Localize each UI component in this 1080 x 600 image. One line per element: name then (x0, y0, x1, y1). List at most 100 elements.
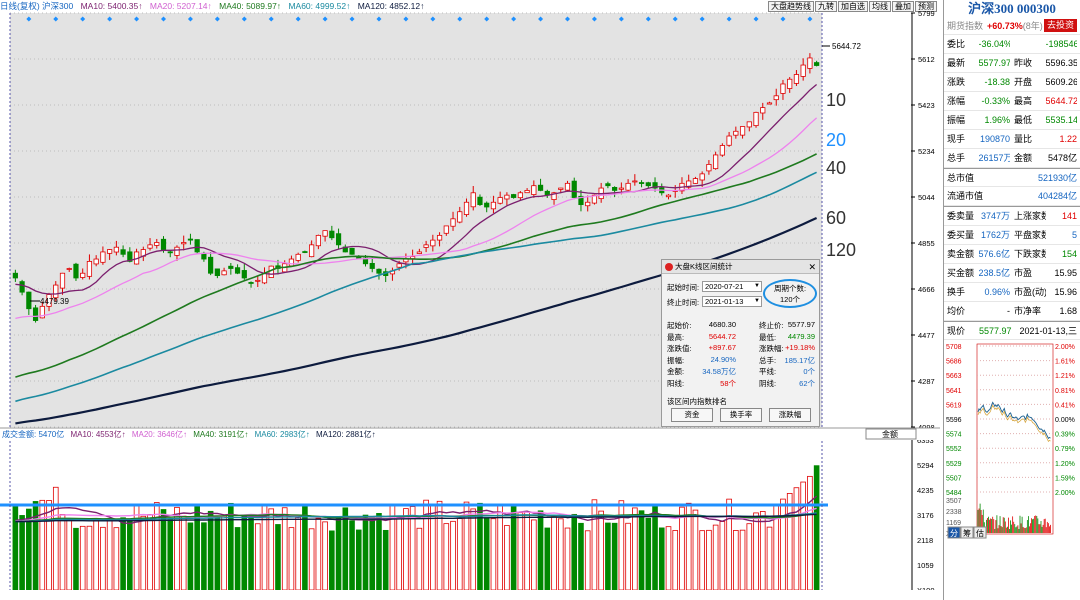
vol-legend-ma10: MA10: 4553亿↑ (70, 429, 125, 439)
quote-label: 现手 (947, 134, 966, 144)
price-tick-label: 5044 (918, 193, 935, 202)
candle-body (26, 291, 32, 310)
close-icon[interactable]: ✕ (808, 260, 816, 274)
candle-body (713, 154, 719, 170)
volume-bar (153, 502, 160, 591)
mini-right-label: 0.81% (1055, 388, 1075, 395)
candle-body (457, 211, 463, 223)
candle-body (187, 238, 194, 241)
intraday-chart[interactable]: 5708 5686 5663 5641 5619 5596 5574 5552 5529 5507… (944, 340, 1080, 540)
quote-value: 5644.72 (1045, 96, 1078, 106)
volume-bar (598, 510, 604, 591)
stat-cell: 62个 (799, 378, 815, 388)
price-tick-label: 4666 (918, 285, 935, 294)
start-date-select[interactable]: 2020-07-21 (702, 281, 762, 292)
mini-right-label: 1.20% (1055, 461, 1075, 468)
mini-left-label: 3507 (946, 498, 962, 505)
mini-right-label: 1.59% (1055, 475, 1075, 482)
volume-bar (611, 522, 618, 591)
volume-bar (497, 505, 503, 591)
quote-label: 昨收 (1014, 58, 1033, 68)
end-date-select[interactable]: 2021-01-13 (702, 296, 762, 307)
candle-body (511, 194, 517, 198)
stat-cell: 5644.72 (708, 331, 736, 341)
quote-value: -18.38 (984, 77, 1010, 87)
quote-row: 均价 - 市净率 1.68 (944, 302, 1080, 321)
volume-bar (524, 511, 530, 591)
volume-bar (800, 481, 806, 591)
mini-tabs: 分筹估 (947, 526, 987, 539)
dialog-titlebar[interactable]: 大盘K线区间统计 ✕ (662, 260, 819, 274)
volume-type-select-label: 金额 (882, 429, 898, 439)
price-tick-label: 5234 (918, 147, 935, 156)
quote-label: 换手 (947, 287, 966, 297)
stat-cell: 金额: (667, 367, 685, 376)
volume-bar (32, 501, 39, 591)
rank-capital-button[interactable]: 资金 (671, 408, 713, 422)
volume-bar (813, 465, 820, 591)
volume-bar (79, 525, 86, 591)
vol-legend-prefix: 成交金额: 5470亿 (2, 429, 64, 439)
volume-bar (551, 516, 557, 591)
candle-body (739, 126, 746, 136)
volume-bar (396, 516, 402, 591)
app-logo-icon (665, 263, 673, 271)
candle-body (80, 272, 86, 278)
quote-label: 最高 (1014, 96, 1033, 106)
vol-legend-ma40: MA40: 3191亿↑ (193, 429, 248, 439)
quote-label: 涨跌 (947, 77, 966, 87)
quote-row: 换手 0.96% 市盈(动) 15.96 (944, 283, 1080, 302)
quote-value: 5596.35 (1045, 58, 1078, 68)
volume-bar (786, 493, 793, 591)
interval-stats-dialog[interactable]: 大盘K线区间统计 ✕ 起始时间: 2020-07-21 终止时间: 2021-0… (661, 259, 820, 427)
candle-body (766, 102, 773, 105)
stat-cell: 涨跌值: (667, 344, 692, 353)
candle-body (699, 173, 705, 181)
candle-body (120, 249, 126, 255)
price-tick-label: 4287 (918, 377, 935, 386)
mini-left-label: 5708 (946, 344, 962, 351)
ma-label-40: 40 (826, 158, 846, 178)
quote-value: 154 (1061, 249, 1077, 259)
candle-body (612, 186, 618, 191)
price-tick-label: 5423 (918, 101, 935, 110)
volume-bar (470, 508, 477, 591)
invest-button[interactable]: 去投资 (1043, 19, 1077, 32)
candle-body (221, 270, 227, 276)
quote-value: 5577.97 (978, 58, 1011, 68)
quote-label: 振幅 (947, 115, 966, 125)
volume-bar (436, 500, 443, 591)
stat-cell: 0个 (803, 367, 815, 376)
quote-label: 委卖量 (947, 211, 975, 221)
candle-body (315, 234, 321, 247)
vol-legend-text: 成交金额: 5470亿 MA10: 4553亿↑ MA20: 3646亿↑ MA… (2, 429, 376, 439)
volume-bar (537, 510, 544, 591)
candle-body (107, 249, 113, 254)
mini-tab-label: 筹 (963, 528, 971, 538)
volume-bar (578, 522, 584, 591)
candle-body (564, 182, 571, 191)
price-chart-panel[interactable]: 日线(复权) 沪深300 MA10: 5400.35↑ MA20: 5207.1… (0, 0, 940, 600)
candle-body (329, 230, 335, 239)
quote-value: 576.6亿 (978, 249, 1011, 259)
quote-value: 5535.14 (1045, 115, 1078, 125)
rank-turnover-button[interactable]: 换手率 (720, 408, 762, 422)
rank-change-button[interactable]: 涨跌幅 (769, 408, 811, 422)
now-label: 现价 (947, 326, 966, 336)
candle-body (733, 130, 739, 136)
cap-label: 总市值 (947, 173, 975, 183)
volume-bar (483, 517, 490, 591)
quote-value: -36.04% (978, 39, 1011, 49)
quote-label: 买金额 (947, 268, 975, 278)
volume-bar (140, 515, 147, 591)
volume-bar (308, 528, 315, 591)
vol-tick-label: 2118 (917, 536, 933, 545)
vol-legend-ma120: MA120: 2881亿↑ (316, 429, 376, 439)
volume-bar (658, 527, 665, 591)
volume-bar (248, 517, 254, 591)
volume-bar (281, 507, 288, 591)
candle-body (800, 64, 806, 77)
quote-row: 卖金额576.6亿下跌家数 154 (944, 245, 1080, 264)
volume-bar (382, 529, 389, 591)
candle-body (645, 182, 651, 187)
